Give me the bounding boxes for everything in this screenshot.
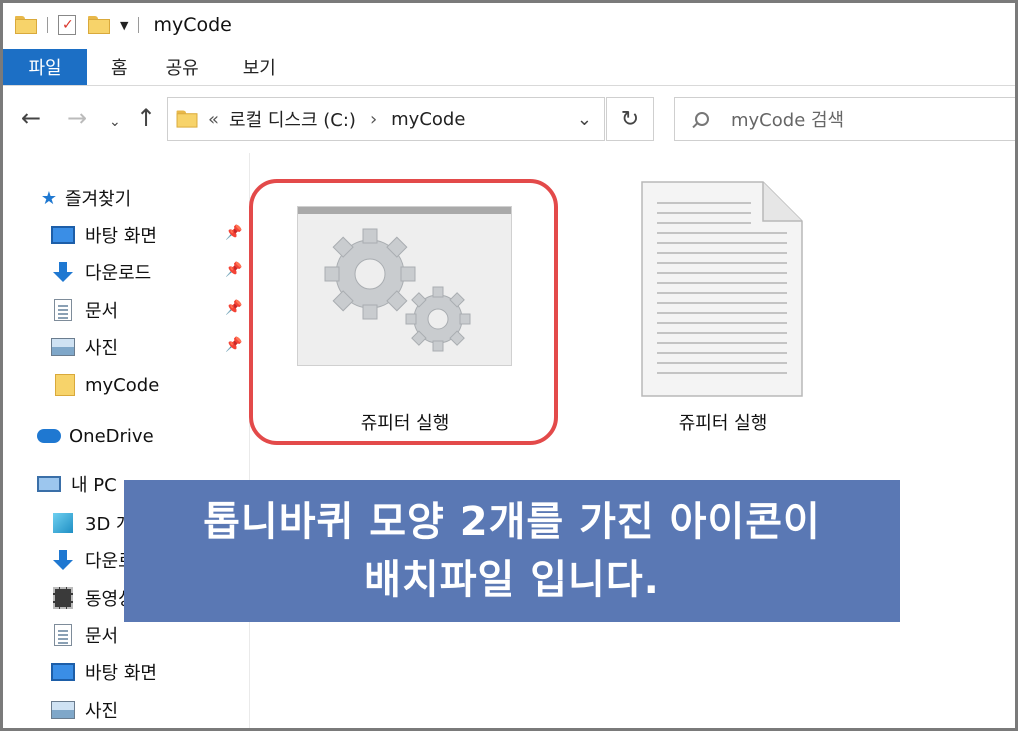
file-name: 쥬피터 실행: [678, 413, 768, 434]
address-dropdown-chevron-icon[interactable]: ⌄: [577, 109, 592, 130]
address-bar[interactable]: « 로컬 디스크 (C:) › myCode ⌄: [167, 97, 605, 141]
batch-gears-icon: [297, 206, 512, 366]
pin-icon[interactable]: 📌: [225, 337, 242, 353]
download-icon: [51, 550, 75, 570]
nav-label: myCode: [85, 374, 160, 396]
toolbar-divider: [47, 17, 48, 33]
nav-label: 바탕 화면: [85, 663, 157, 684]
nav-label: OneDrive: [69, 425, 154, 447]
tab-view[interactable]: 보기: [243, 49, 276, 85]
caption-line-1: 톱니바퀴 모양 2개를 가진 아이콘이: [203, 499, 821, 545]
document-icon: [54, 299, 72, 321]
new-folder-icon[interactable]: [88, 16, 110, 34]
folder-icon[interactable]: [15, 16, 37, 34]
3d-objects-icon: [53, 513, 73, 533]
breadcrumb-mycode[interactable]: myCode: [391, 109, 465, 130]
caption-line-2: 배치파일 입니다.: [364, 557, 660, 603]
navigation-pane: ★ 즐겨찾기 바탕 화면 📌 다운로드 📌 문서 📌 사진 📌 myCode O…: [3, 153, 250, 728]
search-box[interactable]: myCode 검색: [674, 97, 1015, 141]
folder-icon: [55, 374, 75, 396]
title-bar: ✓ ▼ myCode: [3, 3, 1015, 47]
breadcrumb-overflow[interactable]: «: [208, 109, 219, 130]
breadcrumb-local-disk[interactable]: 로컬 디스크 (C:): [229, 106, 356, 132]
search-placeholder: myCode 검색: [731, 110, 845, 131]
nav-onedrive[interactable]: OneDrive: [37, 421, 154, 451]
back-arrow-icon[interactable]: ←: [21, 105, 41, 131]
nav-quick-access[interactable]: ★ 즐겨찾기: [33, 183, 131, 213]
nav-label: 다운로드: [85, 263, 152, 284]
properties-check-icon[interactable]: ✓: [58, 15, 76, 35]
document-icon: [54, 624, 72, 646]
annotation-caption: 톱니바퀴 모양 2개를 가진 아이콘이 배치파일 입니다.: [124, 480, 900, 622]
tab-file[interactable]: 파일: [3, 49, 87, 85]
explorer-window: ✓ ▼ myCode 파일 홈 공유 보기 ← → ⌄ ↑ « 로컬 디스크 (…: [0, 0, 1018, 731]
cloud-icon: [37, 429, 61, 443]
recent-locations-chevron-icon[interactable]: ⌄: [109, 109, 121, 135]
desktop-icon: [51, 226, 75, 244]
quick-access-toolbar: ✓ ▼: [15, 15, 149, 35]
nav-label: 바탕 화면: [85, 226, 157, 247]
folder-icon: [176, 110, 198, 128]
toolbar-divider: [138, 17, 140, 33]
nav-label: 사진: [85, 701, 119, 722]
refresh-icon: ↻: [620, 106, 640, 132]
computer-icon: [37, 476, 61, 492]
nav-item-documents[interactable]: 문서: [51, 295, 118, 325]
nav-label: 문서: [85, 626, 119, 647]
ribbon-tabs: 파일 홈 공유 보기: [3, 49, 1015, 86]
nav-item-pictures[interactable]: 사진: [51, 332, 118, 362]
pin-icon[interactable]: 📌: [225, 262, 242, 278]
picture-icon: [51, 338, 75, 356]
nav-item-pc-desktop[interactable]: 바탕 화면: [51, 657, 157, 687]
breadcrumb-separator: ›: [369, 108, 378, 130]
text-document-icon: [641, 181, 803, 397]
nav-item-pc-documents[interactable]: 문서: [51, 620, 118, 650]
desktop-icon: [51, 663, 75, 681]
search-icon: [695, 112, 709, 126]
download-icon: [51, 262, 75, 282]
window-title: myCode: [153, 14, 232, 36]
pin-icon[interactable]: 📌: [225, 225, 242, 241]
nav-label: 즐겨찾기: [65, 189, 132, 210]
nav-label: 사진: [85, 338, 119, 359]
forward-arrow-icon[interactable]: →: [67, 105, 87, 131]
tab-home[interactable]: 홈: [111, 49, 128, 85]
file-name: 쥬피터 실행: [360, 413, 450, 434]
navigation-bar: ← → ⌄ ↑ « 로컬 디스크 (C:) › myCode ⌄ ↻ myCod…: [3, 95, 1015, 143]
nav-label: 문서: [85, 301, 119, 322]
nav-item-pc-pictures[interactable]: 사진: [51, 695, 118, 725]
nav-item-videos[interactable]: 동영상: [51, 583, 135, 613]
nav-item-mycode[interactable]: myCode: [51, 370, 159, 400]
nav-label: 내 PC: [71, 475, 117, 496]
refresh-button[interactable]: ↻: [606, 97, 654, 141]
video-icon: [53, 587, 73, 609]
tab-share[interactable]: 공유: [166, 49, 199, 85]
customize-toolbar-dropdown-icon[interactable]: ▼: [120, 19, 128, 32]
nav-item-downloads[interactable]: 다운로드: [51, 257, 151, 287]
pin-icon[interactable]: 📌: [225, 300, 242, 316]
nav-this-pc[interactable]: 내 PC: [37, 469, 117, 499]
star-icon: ★: [40, 188, 58, 209]
up-arrow-icon[interactable]: ↑: [136, 105, 156, 131]
picture-icon: [51, 701, 75, 719]
nav-item-desktop[interactable]: 바탕 화면: [51, 220, 157, 250]
